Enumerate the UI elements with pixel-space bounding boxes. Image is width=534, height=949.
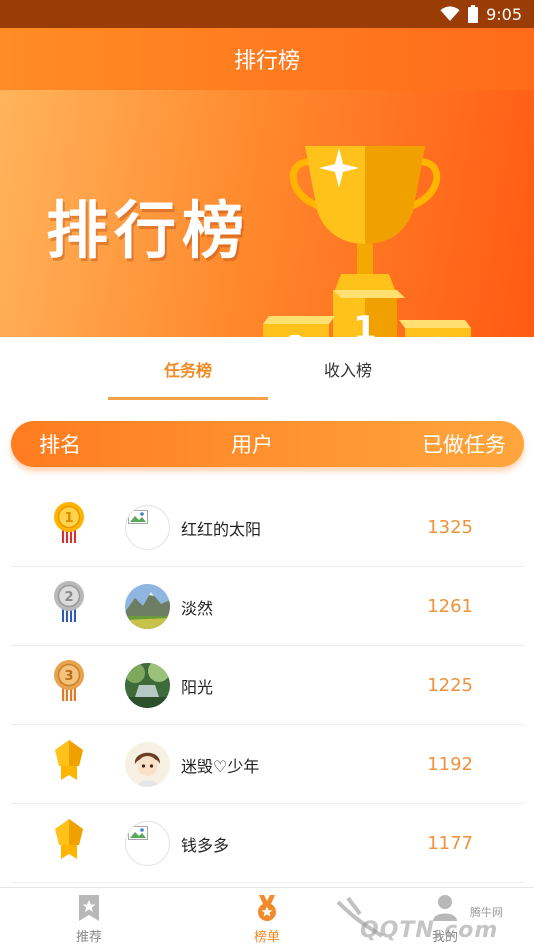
battery-icon [468, 5, 479, 23]
user-name: 阳光 [181, 677, 214, 697]
leaderboard-banner: 排行榜 2 1 3 [0, 90, 534, 337]
nav-recommend[interactable]: 推荐 [0, 888, 178, 949]
task-count: 1177 [427, 833, 473, 854]
task-count: 1261 [427, 596, 473, 617]
tab-task-ranking[interactable]: 任务榜 [108, 338, 268, 400]
mountain-photo [125, 584, 170, 629]
avatar [125, 742, 170, 787]
user-name: 红红的太阳 [181, 519, 262, 539]
wifi-icon [440, 6, 460, 21]
ranking-row[interactable]: 1 红红的太阳 1325 [11, 488, 524, 567]
podium-second-label: 2 [287, 331, 305, 337]
tab-income-ranking[interactable]: 收入榜 [268, 338, 428, 400]
status-icons: 9:05 [440, 4, 522, 24]
column-header-task-count: 已做任务 [422, 433, 506, 457]
avatar [125, 584, 170, 629]
user-name: 钱多多 [181, 835, 230, 855]
active-tab-indicator [108, 397, 268, 400]
task-count: 1325 [427, 517, 473, 538]
status-bar: 9:05 [0, 0, 534, 28]
bronze-medal-icon: 3 [54, 660, 84, 701]
column-header-user: 用户 [231, 433, 273, 457]
nav-ranking-label: 榜单 [253, 929, 280, 945]
bookmark-star-icon [79, 894, 99, 921]
ranking-row[interactable]: 迷毁♡少年 1192 [11, 725, 524, 804]
ribbon-badge-icon [55, 740, 83, 780]
ranking-row[interactable]: 2 淡然 1261 [11, 567, 524, 646]
forest-photo [125, 663, 170, 708]
status-time: 9:05 [486, 4, 522, 24]
medal-icon [258, 894, 276, 921]
podium-first-label: 1 [353, 309, 377, 337]
avatar [125, 821, 170, 866]
user-name: 迷毁♡少年 [181, 756, 260, 776]
ranking-row[interactable]: 钱多多 1177 [11, 804, 524, 883]
podium-third-label: 3 [429, 333, 447, 337]
silver-medal-icon: 2 [54, 581, 84, 622]
broken-image-icon [128, 826, 148, 840]
watermark-site: QQTN.com [360, 918, 499, 943]
column-header-rank: 排名 [39, 433, 81, 457]
svg-text:3: 3 [64, 669, 73, 684]
avatar [125, 505, 170, 550]
gold-medal-icon: 1 [54, 502, 84, 543]
nav-recommend-label: 推荐 [75, 929, 102, 945]
ranking-row[interactable]: 3 阳光 1225 [11, 646, 524, 725]
nav-ranking[interactable]: 榜单 [178, 888, 356, 949]
ranking-table-header: 排名 用户 已做任务 [11, 421, 524, 467]
broken-image-icon [128, 510, 148, 524]
svg-text:2: 2 [64, 590, 73, 605]
task-count: 1192 [427, 754, 473, 775]
user-name: 淡然 [181, 598, 214, 618]
cartoon-boy-avatar [125, 742, 170, 787]
ribbon-badge-icon [55, 819, 83, 859]
banner-title: 排行榜 [46, 194, 251, 267]
svg-text:1: 1 [64, 511, 73, 526]
page-title: 排行榜 [233, 49, 300, 74]
leaderboard-tabs: 任务榜 收入榜 [0, 338, 534, 402]
avatar [125, 663, 170, 708]
task-count: 1225 [427, 675, 473, 696]
app-header: 排行榜 [0, 28, 534, 90]
trophy-podium-icon: 2 1 3 [263, 146, 471, 337]
